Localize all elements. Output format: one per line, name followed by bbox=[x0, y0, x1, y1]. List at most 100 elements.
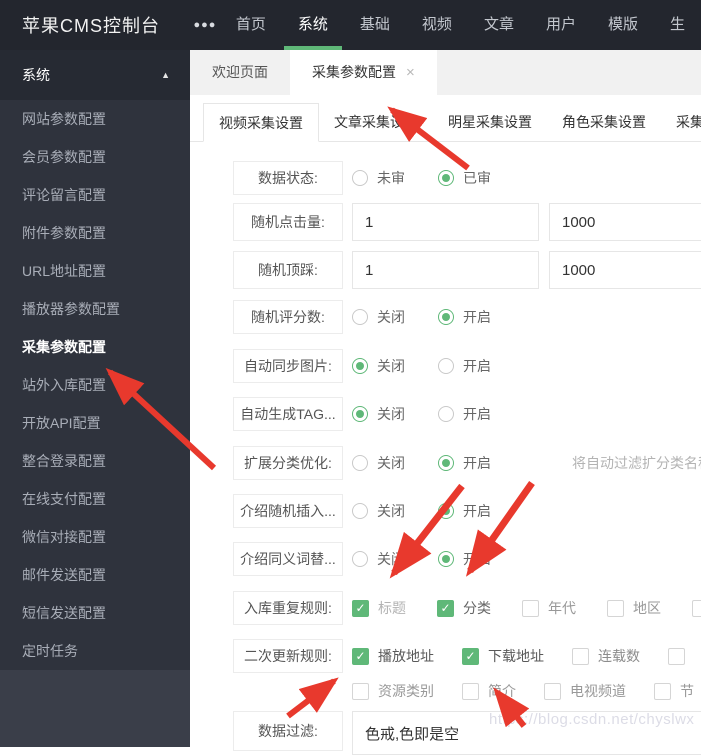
sidebar-item-online-pay[interactable]: 在线支付配置 bbox=[0, 480, 190, 518]
checkbox-play-url[interactable]: 播放地址 bbox=[352, 646, 434, 666]
checkbox-area[interactable]: 地区 bbox=[607, 598, 661, 618]
sidebar-item-open-api[interactable]: 开放API配置 bbox=[0, 404, 190, 442]
checkbox-label: 下载地址 bbox=[488, 648, 544, 664]
row-intro-synonym-replace: 介绍同义词替... 关闭 开启 bbox=[233, 542, 701, 576]
random-updown-max-input[interactable] bbox=[549, 251, 701, 289]
nav-item-video[interactable]: 视频 bbox=[406, 0, 468, 50]
checkbox-title[interactable]: 标题 bbox=[352, 598, 406, 618]
radio-icon bbox=[352, 170, 368, 186]
checkbox-episode[interactable]: 节 bbox=[654, 681, 694, 701]
sidebar-item-site-params[interactable]: 网站参数配置 bbox=[0, 100, 190, 138]
sidebar-item-url-config[interactable]: URL地址配置 bbox=[0, 252, 190, 290]
sidebar-item-sms-send[interactable]: 短信发送配置 bbox=[0, 594, 190, 632]
radio-option-on[interactable]: 开启 bbox=[438, 453, 491, 473]
radio-label: 开启 bbox=[463, 551, 491, 567]
nav-item-template[interactable]: 模版 bbox=[592, 0, 654, 50]
field-label: 二次更新规则: bbox=[233, 639, 343, 673]
radio-option-on[interactable]: 开启 bbox=[438, 549, 491, 569]
sidebar-item-wechat-connect[interactable]: 微信对接配置 bbox=[0, 518, 190, 556]
checkbox-icon bbox=[692, 599, 701, 617]
sidebar-item-collect-params[interactable]: 采集参数配置 bbox=[0, 328, 190, 366]
random-clicks-min-input[interactable] bbox=[352, 203, 539, 241]
close-icon[interactable]: × bbox=[406, 65, 415, 80]
checkbox-category[interactable]: 分类 bbox=[437, 598, 491, 618]
checkbox-label: 节 bbox=[680, 683, 694, 699]
radio-option-on[interactable]: 开启 bbox=[438, 356, 491, 376]
radio-label: 已审 bbox=[463, 170, 491, 186]
checkbox-label: 电视频道 bbox=[570, 683, 626, 699]
radio-icon bbox=[438, 358, 454, 374]
nav-item-basic[interactable]: 基础 bbox=[344, 0, 406, 50]
field-hint: 将自动过滤扩分类名称里的 bbox=[572, 455, 701, 471]
subtab-star-collect[interactable]: 明星采集设置 bbox=[433, 103, 547, 141]
row-second-update-rule: 二次更新规则: 播放地址 下载地址 连载数 bbox=[233, 639, 701, 701]
tab-collect-params[interactable]: 采集参数配置 × bbox=[290, 50, 437, 95]
subtab-role-collect[interactable]: 角色采集设置 bbox=[547, 103, 661, 141]
row-data-status: 数据状态: 未审 已审 bbox=[233, 161, 701, 195]
radio-option-off[interactable]: 关闭 bbox=[352, 453, 405, 473]
radio-option-off[interactable]: 关闭 bbox=[352, 307, 405, 327]
checkbox-cutoff[interactable] bbox=[668, 647, 694, 665]
radio-option-on[interactable]: 开启 bbox=[438, 501, 491, 521]
checkbox-serial-count[interactable]: 连载数 bbox=[572, 646, 640, 666]
checkbox-year[interactable]: 年代 bbox=[522, 598, 576, 618]
checkbox-icon bbox=[572, 647, 589, 665]
checkbox-icon bbox=[668, 647, 685, 665]
field-label: 随机顶踩: bbox=[233, 251, 343, 289]
nav-item-home[interactable]: 首页 bbox=[220, 0, 282, 50]
radio-option-off[interactable]: 关闭 bbox=[352, 356, 405, 376]
field-label: 随机评分数: bbox=[233, 300, 343, 334]
data-filter-input[interactable] bbox=[352, 711, 701, 755]
random-clicks-max-input[interactable] bbox=[549, 203, 701, 241]
sidebar-item-member-params[interactable]: 会员参数配置 bbox=[0, 138, 190, 176]
random-updown-min-input[interactable] bbox=[352, 251, 539, 289]
checkbox-intro[interactable]: 简介 bbox=[462, 681, 516, 701]
nav-item-generate[interactable]: 生 bbox=[654, 0, 701, 50]
field-label: 数据状态: bbox=[233, 161, 343, 195]
sidebar: 系统 ▲ 网站参数配置 会员参数配置 评论留言配置 附件参数配置 URL地址配置… bbox=[0, 50, 190, 747]
collapse-arrow-icon: ▲ bbox=[161, 70, 170, 80]
subtab-video-collect[interactable]: 视频采集设置 bbox=[203, 103, 319, 142]
sidebar-item-email-send[interactable]: 邮件发送配置 bbox=[0, 556, 190, 594]
checkbox-resource-type[interactable]: 资源类别 bbox=[352, 681, 434, 701]
sidebar-item-integrated-login[interactable]: 整合登录配置 bbox=[0, 442, 190, 480]
field-label: 自动同步图片: bbox=[233, 349, 343, 383]
radio-option-unreviewed[interactable]: 未审 bbox=[352, 168, 405, 188]
sidebar-item-player-params[interactable]: 播放器参数配置 bbox=[0, 290, 190, 328]
checkbox-icon bbox=[522, 599, 539, 617]
sidebar-group-system[interactable]: 系统 ▲ bbox=[0, 50, 190, 100]
tab-welcome[interactable]: 欢迎页面 bbox=[190, 50, 290, 95]
checkbox-icon bbox=[352, 647, 369, 665]
checkbox-tv-channel[interactable]: 电视频道 bbox=[544, 681, 626, 701]
radio-icon bbox=[352, 406, 368, 422]
checkbox-download-url[interactable]: 下载地址 bbox=[462, 646, 544, 666]
radio-option-off[interactable]: 关闭 bbox=[352, 501, 405, 521]
nav-item-system[interactable]: 系统 bbox=[282, 0, 344, 50]
radio-option-on[interactable]: 开启 bbox=[438, 404, 491, 424]
row-random-score: 随机评分数: 关闭 开启 bbox=[233, 300, 701, 334]
field-label: 介绍随机插入... bbox=[233, 494, 343, 528]
radio-option-reviewed[interactable]: 已审 bbox=[438, 168, 491, 188]
radio-icon bbox=[438, 309, 454, 325]
radio-label: 关闭 bbox=[377, 551, 405, 567]
field-label: 扩展分类优化: bbox=[233, 446, 343, 480]
settings-form: 数据状态: 未审 已审 随机点击量: 1 1000 随机顶踩: 1 1000 随… bbox=[190, 142, 701, 755]
more-menu-icon[interactable]: ●●● bbox=[190, 19, 220, 31]
nav-item-user[interactable]: 用户 bbox=[530, 0, 592, 50]
main-area: 欢迎页面 采集参数配置 × 视频采集设置 文章采集设置 明星采集设置 角色采集设… bbox=[190, 50, 701, 755]
checkbox-label: 标题 bbox=[378, 600, 406, 616]
radio-option-on[interactable]: 开启 bbox=[438, 307, 491, 327]
sidebar-item-attachment-params[interactable]: 附件参数配置 bbox=[0, 214, 190, 252]
row-extend-category-optimize: 扩展分类优化: 关闭 开启 将自动过滤扩分类名称里的 bbox=[233, 446, 701, 480]
sidebar-item-comment-config[interactable]: 评论留言配置 bbox=[0, 176, 190, 214]
row-data-filter: 数据过滤: bbox=[233, 711, 701, 755]
subtab-collect-more[interactable]: 采集 bbox=[661, 103, 701, 141]
subtab-article-collect[interactable]: 文章采集设置 bbox=[319, 103, 433, 141]
radio-option-off[interactable]: 关闭 bbox=[352, 404, 405, 424]
sidebar-item-cron-tasks[interactable]: 定时任务 bbox=[0, 632, 190, 670]
radio-label: 开启 bbox=[463, 503, 491, 519]
nav-item-article[interactable]: 文章 bbox=[468, 0, 530, 50]
sidebar-item-external-import[interactable]: 站外入库配置 bbox=[0, 366, 190, 404]
checkbox-cutoff[interactable] bbox=[692, 599, 701, 617]
radio-option-off[interactable]: 关闭 bbox=[352, 549, 405, 569]
